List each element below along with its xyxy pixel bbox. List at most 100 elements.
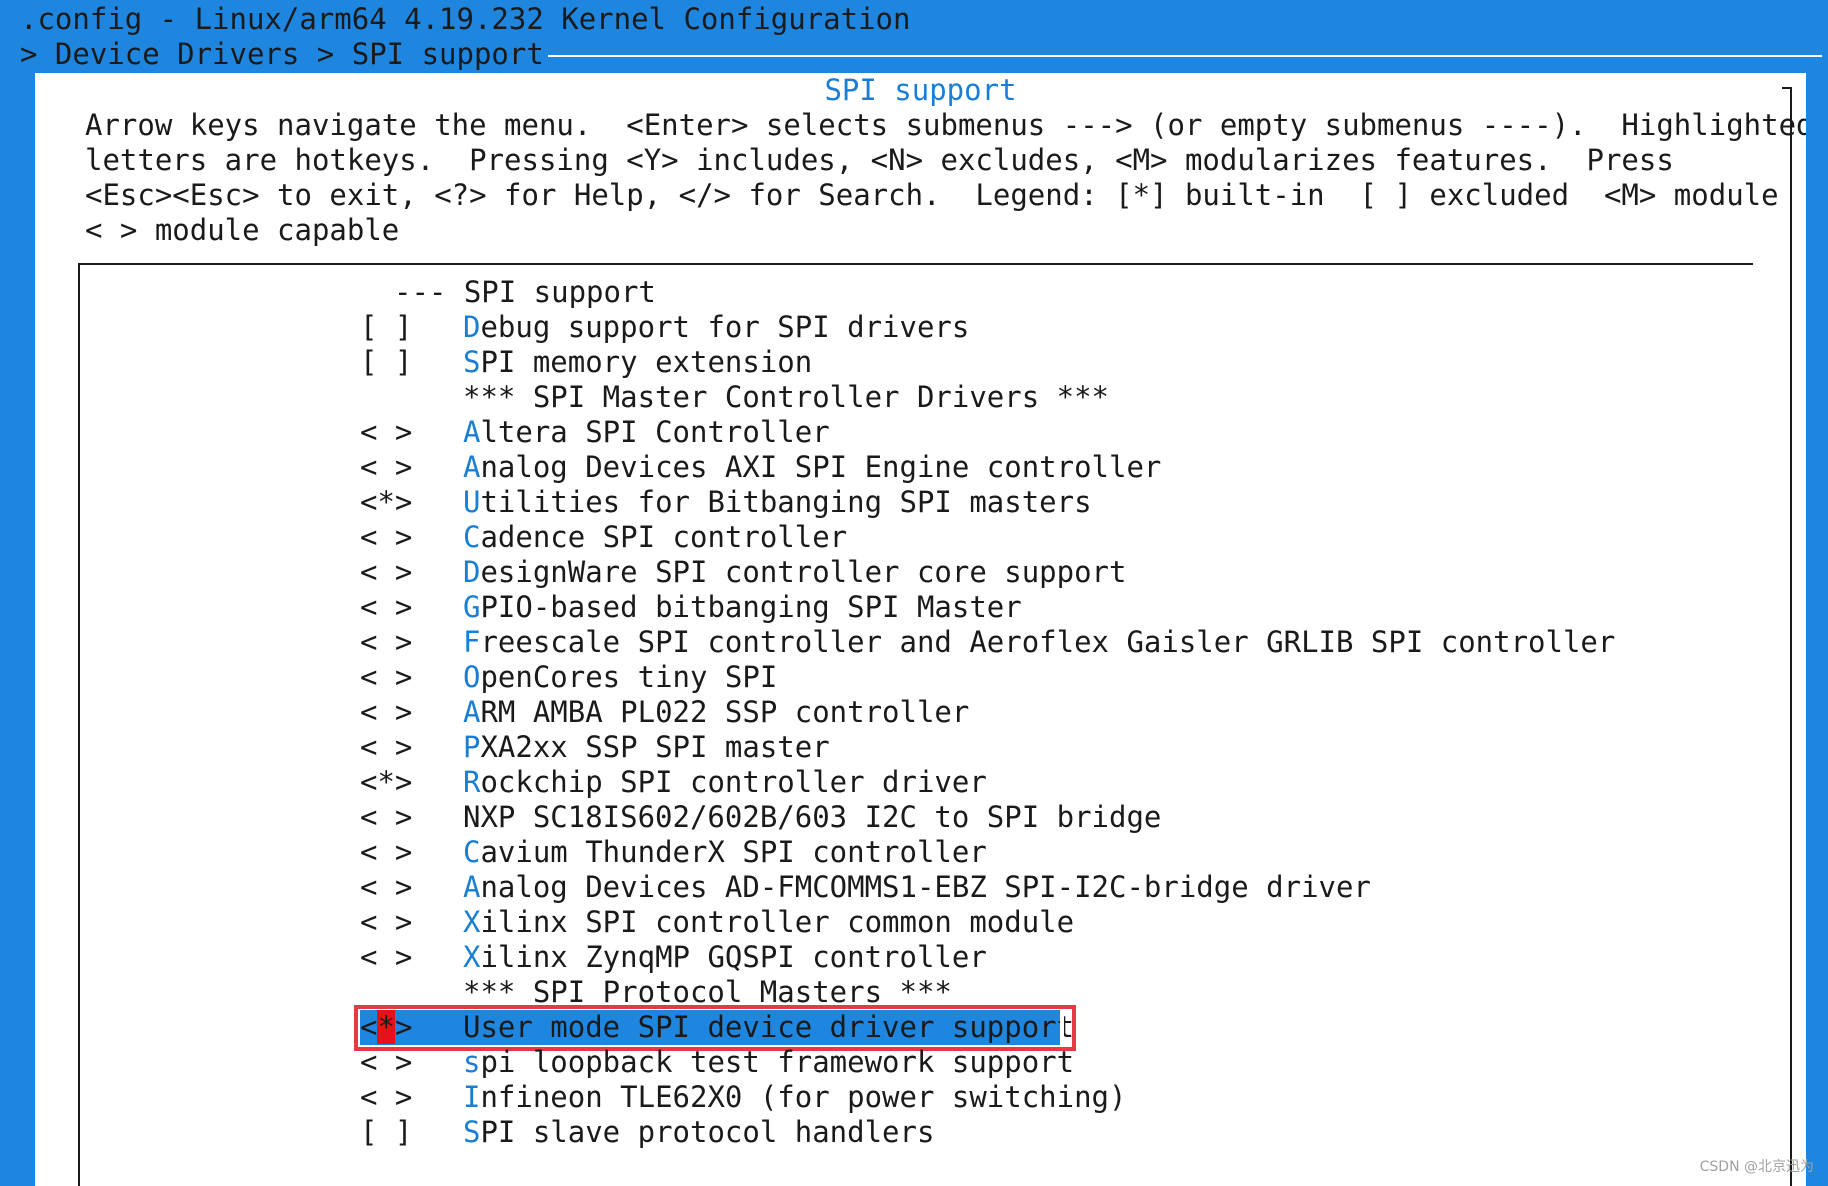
- menu-item[interactable]: <*> User mode SPI device driver support: [80, 1005, 1753, 1051]
- option-state-indicator[interactable]: < >: [360, 1045, 412, 1080]
- hotkey-letter: A: [463, 415, 481, 449]
- menu-item[interactable]: <*> Rockchip SPI controller driver: [80, 765, 1753, 800]
- menu-item-label: *** SPI Protocol Masters ***: [463, 975, 952, 1010]
- menu-item[interactable]: < > Altera SPI Controller: [80, 415, 1753, 450]
- menu-item[interactable]: < > Cadence SPI controller: [80, 520, 1753, 555]
- option-state-indicator[interactable]: < >: [360, 415, 412, 450]
- option-state-indicator[interactable]: < >: [360, 940, 412, 975]
- menu-item-label: GPIO-based bitbanging SPI Master: [463, 590, 1022, 625]
- menu-item[interactable]: < > GPIO-based bitbanging SPI Master: [80, 590, 1753, 625]
- instruction-line: Arrow keys navigate the menu. <Enter> se…: [85, 108, 1806, 142]
- menu-item-label: User mode SPI device driver support: [463, 1010, 1074, 1045]
- menu-item-text: PIO-based bitbanging SPI Master: [480, 590, 1022, 624]
- instruction-line: < > module capable: [85, 213, 400, 247]
- menu-item[interactable]: < > Xilinx ZynqMP GQSPI controller: [80, 940, 1753, 975]
- breadcrumb: > Device Drivers > SPI support: [20, 37, 544, 71]
- option-state-indicator[interactable]: < >: [360, 555, 412, 590]
- menu-item[interactable]: <*> Utilities for Bitbanging SPI masters: [80, 485, 1753, 520]
- menu-item-label: spi loopback test framework support: [463, 1045, 1074, 1080]
- menu-item-label: Xilinx ZynqMP GQSPI controller: [463, 940, 987, 975]
- menu-item[interactable]: < > Infineon TLE62X0 (for power switching…: [80, 1080, 1753, 1115]
- menu-item-label: Xilinx SPI controller common module: [463, 905, 1074, 940]
- menu-header-entry[interactable]: --- SPI support: [80, 275, 1753, 310]
- menu-item-text: ilinx ZynqMP GQSPI controller: [480, 940, 987, 974]
- hotkey-letter: A: [463, 695, 481, 729]
- hotkey-letter: s: [463, 1045, 481, 1079]
- hotkey-letter: NX: [463, 800, 498, 834]
- menu-item[interactable]: < > Analog Devices AD-FMCOMMS1-EBZ SPI-I2…: [80, 870, 1753, 905]
- hotkey-letter: R: [463, 765, 481, 799]
- menu-section-header: *** SPI Master Controller Drivers ***: [80, 380, 1753, 415]
- option-state-indicator[interactable]: [ ]: [360, 1115, 412, 1150]
- menu-item-text: ilinx SPI controller common module: [480, 905, 1075, 939]
- option-state-indicator[interactable]: < >: [360, 450, 412, 485]
- menu-item[interactable]: < > Freescale SPI controller and Aeroflex…: [80, 625, 1753, 660]
- menu-item-text: --- SPI support: [394, 275, 656, 309]
- menu-item-text: ebug support for SPI drivers: [480, 310, 970, 344]
- menu-item[interactable]: < > spi loopback test framework support: [80, 1045, 1753, 1080]
- menu-list: --- SPI support[ ] Debug support for SPI …: [80, 275, 1753, 1150]
- cursor-marker: *: [377, 1010, 395, 1044]
- option-state-indicator[interactable]: < >: [360, 695, 412, 730]
- menu-item[interactable]: < > Analog Devices AXI SPI Engine control…: [80, 450, 1753, 485]
- menu-item[interactable]: < > Cavium ThunderX SPI controller: [80, 835, 1753, 870]
- menu-item[interactable]: [ ] Debug support for SPI drivers: [80, 310, 1753, 345]
- option-state-indicator[interactable]: < >: [360, 870, 412, 905]
- menu-item-text: ockchip SPI controller driver: [480, 765, 987, 799]
- menu-box: --- SPI support[ ] Debug support for SPI …: [78, 263, 1753, 1186]
- menu-item-text: *** SPI Protocol Masters ***: [463, 975, 952, 1009]
- menu-item[interactable]: [ ] SPI slave protocol handlers: [80, 1115, 1753, 1150]
- menu-item-label: Analog Devices AXI SPI Engine controller: [463, 450, 1161, 485]
- option-state-indicator[interactable]: <*>: [360, 765, 412, 800]
- menu-item-label: Cavium ThunderX SPI controller: [463, 835, 987, 870]
- menu-item-text: P SC18IS602/602B/603 I2C to SPI bridge: [497, 800, 1162, 834]
- menu-item-text: ltera SPI Controller: [480, 415, 830, 449]
- option-state-indicator[interactable]: < >: [360, 905, 412, 940]
- watermark: CSDN @北京迅为: [1699, 1159, 1814, 1175]
- menu-item-label: DesignWare SPI controller core support: [463, 555, 1126, 590]
- menu-item-text: XA2xx SSP SPI master: [480, 730, 830, 764]
- menu-item[interactable]: < > DesignWare SPI controller core suppor…: [80, 555, 1753, 590]
- option-state-indicator[interactable]: < >: [360, 730, 412, 765]
- menu-item-text: nfineon TLE62X0 (for power switching): [480, 1080, 1127, 1114]
- menu-item[interactable]: < > ARM AMBA PL022 SSP controller: [80, 695, 1753, 730]
- instruction-line: letters are hotkeys. Pressing <Y> includ…: [85, 143, 1674, 177]
- menu-item-text: esignWare SPI controller core support: [480, 555, 1127, 589]
- option-state-indicator[interactable]: < >: [360, 660, 412, 695]
- menu-item-label: Analog Devices AD-FMCOMMS1-EBZ SPI-I2C-b…: [463, 870, 1371, 905]
- menu-item[interactable]: < > PXA2xx SSP SPI master: [80, 730, 1753, 765]
- hotkey-letter: O: [463, 660, 481, 694]
- breadcrumb-divider: [548, 55, 1822, 57]
- hotkey-letter: U: [463, 485, 481, 519]
- option-state-indicator[interactable]: [ ]: [360, 310, 412, 345]
- menu-item[interactable]: [ ] SPI memory extension: [80, 345, 1753, 380]
- state-bracket: <: [360, 1010, 378, 1044]
- option-state-indicator[interactable]: < >: [360, 590, 412, 625]
- hotkey-letter: D: [463, 310, 481, 344]
- menu-section-header: *** SPI Protocol Masters ***: [80, 975, 1753, 1010]
- menu-item[interactable]: < > Xilinx SPI controller common module: [80, 905, 1753, 940]
- option-state-indicator[interactable]: < >: [360, 520, 412, 555]
- hotkey-letter: I: [463, 1080, 481, 1114]
- menu-item-text: nalog Devices AXI SPI Engine controller: [480, 450, 1162, 484]
- menu-item-label: PXA2xx SSP SPI master: [463, 730, 830, 765]
- menu-item-label: Infineon TLE62X0 (for power switching): [463, 1080, 1126, 1115]
- menu-item-text: adence SPI controller: [480, 520, 848, 554]
- menu-item[interactable]: < > OpenCores tiny SPI: [80, 660, 1753, 695]
- option-state-indicator[interactable]: < >: [360, 800, 412, 835]
- menu-item-text: RM AMBA PL022 SSP controller: [480, 695, 970, 729]
- option-state-indicator[interactable]: < >: [360, 1080, 412, 1115]
- menu-item[interactable]: < > NXP SC18IS602/602B/603 I2C to SPI bri…: [80, 800, 1753, 835]
- menu-item-text: ser mode SPI device driver support: [480, 1010, 1075, 1044]
- menu-item-label: Debug support for SPI drivers: [463, 310, 969, 345]
- option-state-indicator[interactable]: <*>: [360, 1010, 412, 1045]
- option-state-indicator[interactable]: < >: [360, 625, 412, 660]
- option-state-indicator[interactable]: <*>: [360, 485, 412, 520]
- option-state-indicator[interactable]: [ ]: [360, 345, 412, 380]
- instruction-line: <Esc><Esc> to exit, <?> for Help, </> fo…: [85, 178, 1779, 212]
- menu-item-label: ARM AMBA PL022 SSP controller: [463, 695, 969, 730]
- text-cursor: [1060, 1014, 1064, 1041]
- hotkey-letter: A: [463, 450, 481, 484]
- help-instructions: Arrow keys navigate the menu. <Enter> se…: [85, 108, 1806, 248]
- option-state-indicator[interactable]: < >: [360, 835, 412, 870]
